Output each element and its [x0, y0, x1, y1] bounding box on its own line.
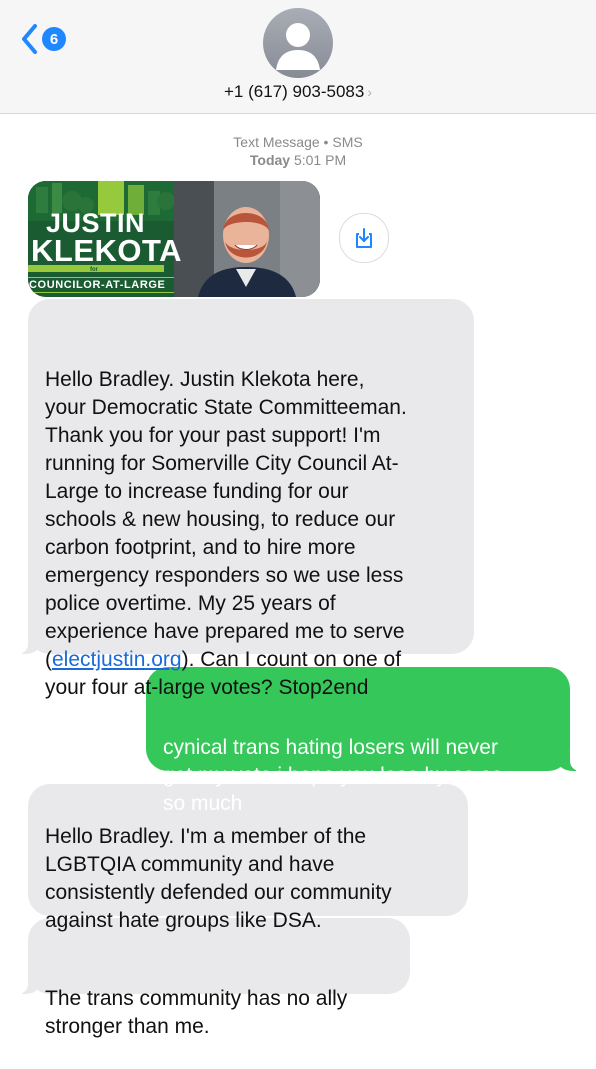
card-for-label: for	[90, 267, 98, 273]
contact-avatar[interactable]	[263, 8, 333, 78]
timestamp-time: 5:01 PM	[293, 152, 347, 168]
thread-service-label: Text Message • SMS	[233, 134, 363, 150]
timestamp-day: Today	[249, 152, 291, 168]
campaign-link[interactable]: electjustin.org	[52, 648, 182, 671]
person-silhouette-icon	[276, 23, 320, 70]
unread-count-badge: 6	[42, 27, 66, 51]
bubble-tail	[12, 634, 42, 654]
message-text-part: Hello Bradley. Justin Klekota here, your…	[45, 368, 407, 671]
chevron-right-icon: ›	[367, 84, 373, 100]
message-text: Hello Bradley. Justin Klekota here, your…	[45, 366, 457, 702]
bubble-tail	[12, 974, 42, 994]
chevron-left-icon	[22, 24, 37, 54]
contact-name[interactable]: +1 (617) 903-5083 ›	[0, 82, 596, 102]
card-name-last: KLEKOTA	[31, 233, 183, 268]
message-text: cynical trans hating losers will never g…	[163, 736, 503, 815]
download-icon	[356, 228, 372, 248]
message-text: The trans community has no ally stronger…	[45, 987, 348, 1038]
save-image-button[interactable]	[339, 213, 389, 263]
back-button[interactable]: 6	[20, 22, 66, 56]
contact-number: +1 (617) 903-5083	[223, 82, 365, 101]
thread-timestamp: Today 5:01 PM	[0, 151, 596, 169]
incoming-message-bubble: Hello Bradley. Justin Klekota here, your…	[12, 299, 474, 699]
card-office: COUNCILOR-AT-LARGE	[29, 279, 166, 291]
campaign-image-attachment[interactable]: JUSTIN KLEKOTA for COUNCILOR-AT-LARGE	[28, 181, 320, 297]
bubble-tail	[556, 751, 586, 771]
conversation-header: 6 +1 (617) 903-5083 ›	[0, 0, 596, 114]
message-text: Hello Bradley. I'm a member of the LGBTQ…	[45, 825, 392, 932]
